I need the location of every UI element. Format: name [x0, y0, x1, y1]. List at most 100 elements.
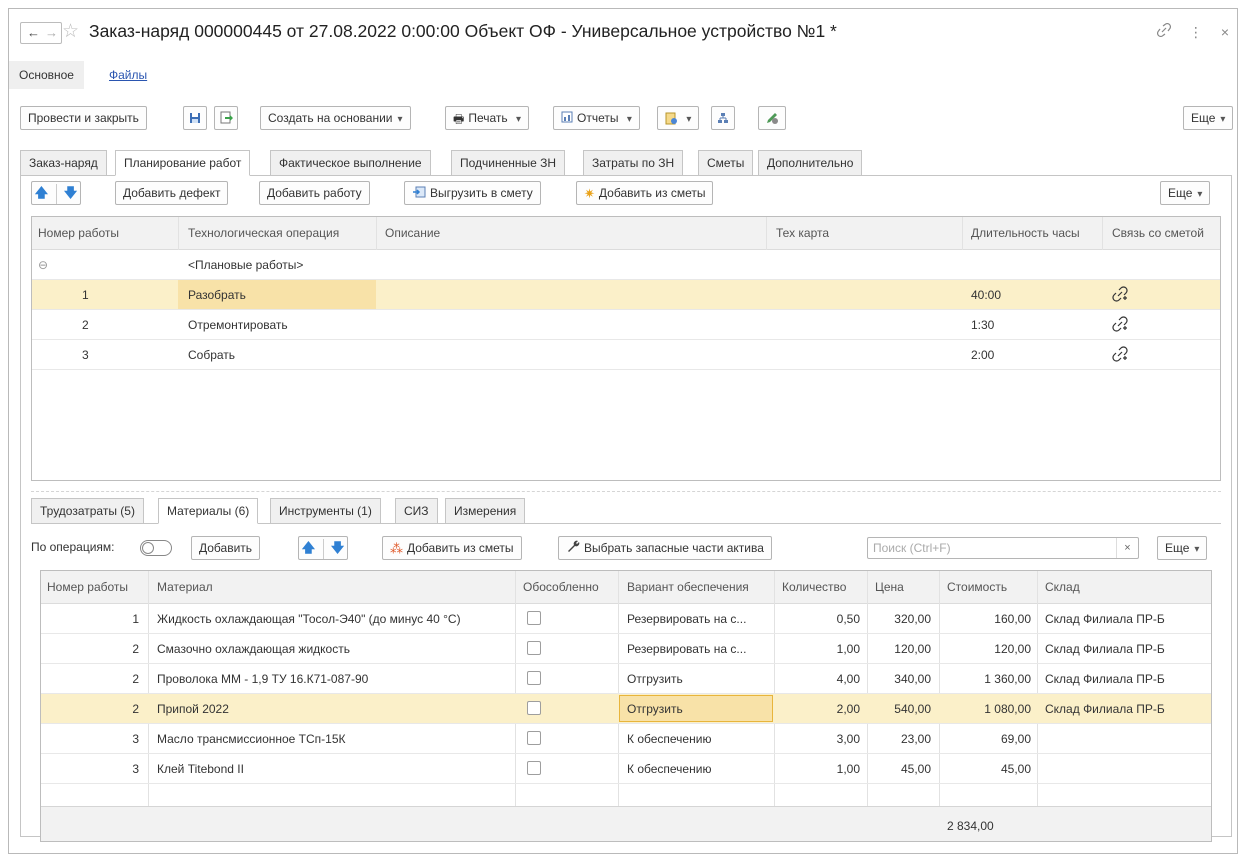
table-row[interactable]: 1 Жидкость охлаждающая "Тосол-Э40" (до м… — [41, 604, 1211, 634]
add-work-button[interactable]: Добавить работу — [259, 181, 370, 205]
tab-order[interactable]: Заказ-наряд — [20, 150, 107, 176]
col-supply-variant[interactable]: Вариант обеспечения — [627, 580, 749, 594]
col-description[interactable]: Описание — [385, 226, 440, 240]
sparkle-add-icon: ⁂ — [390, 540, 403, 556]
materials-more-button[interactable]: Еще — [1157, 536, 1208, 560]
wrench-icon — [566, 538, 580, 560]
works-more-button[interactable]: Еще — [1160, 181, 1211, 205]
move-down-arrow-icon[interactable]: 🡇 — [64, 182, 77, 204]
panel-splitter[interactable] — [31, 491, 1221, 492]
add-from-estimate-button[interactable]: ✷ Добавить из сметы — [576, 181, 714, 205]
table-row[interactable]: 2 Проволока ММ - 1,9 ТУ 16.К71-087-90 От… — [41, 664, 1211, 694]
tab-estimates[interactable]: Сметы — [698, 150, 754, 176]
move-up-arrow-icon[interactable]: 🡅 — [302, 537, 315, 559]
materials-add-from-estimate-label: Добавить из сметы — [407, 541, 514, 555]
add-material-button[interactable]: Добавить — [191, 536, 261, 560]
workflow-button[interactable] — [758, 106, 786, 130]
search-input[interactable]: Поиск (Ctrl+F) × — [867, 537, 1139, 559]
materials-add-from-estimate-button[interactable]: ⁂ Добавить из сметы — [382, 536, 522, 560]
toggle-knob — [142, 542, 154, 554]
operation: Разобрать — [188, 288, 246, 302]
clear-search-icon[interactable]: × — [1116, 538, 1138, 558]
col-separate[interactable]: Обособленно — [523, 580, 599, 594]
col-warehouse[interactable]: Склад — [1045, 580, 1080, 594]
warehouse: Склад Филиала ПР-Б — [1045, 642, 1165, 656]
group-collapse-icon[interactable]: ⊖ — [38, 258, 48, 272]
separate-checkbox[interactable] — [527, 701, 541, 715]
cost: 160,00 — [994, 612, 1031, 626]
separate-checkbox[interactable] — [527, 761, 541, 775]
col-material[interactable]: Материал — [157, 580, 213, 594]
attach-button[interactable] — [657, 106, 700, 130]
post-and-close-button[interactable]: Провести и закрыть — [20, 106, 147, 130]
col-work-number[interactable]: Номер работы — [38, 226, 119, 240]
attachment-icon — [665, 111, 678, 125]
subtab-labor[interactable]: Трудозатраты (5) — [31, 498, 144, 524]
separate-checkbox[interactable] — [527, 641, 541, 655]
subtab-tools[interactable]: Инструменты (1) — [270, 498, 381, 524]
back-arrow-icon[interactable]: ← — [27, 25, 40, 40]
toolbar-more-button[interactable]: Еще — [1183, 106, 1234, 130]
materials-more-label: Еще — [1165, 541, 1190, 555]
col-cost[interactable]: Стоимость — [947, 580, 1007, 594]
separate-checkbox[interactable] — [527, 611, 541, 625]
close-icon[interactable]: × — [1221, 24, 1229, 40]
add-defect-button[interactable]: Добавить дефект — [115, 181, 229, 205]
favorite-star-icon[interactable]: ☆ — [62, 20, 79, 43]
by-operations-toggle[interactable] — [140, 540, 172, 556]
supply-variant-active-cell[interactable]: Отгрузить — [619, 695, 773, 722]
tab-actual-execution[interactable]: Фактическое выполнение — [270, 150, 431, 176]
material-name: Припой 2022 — [157, 702, 229, 716]
post-button[interactable] — [214, 106, 238, 130]
chain-link-icon[interactable] — [1112, 286, 1128, 305]
table-row[interactable]: 2 Припой 2022 Отгрузить 2,00 540,00 1 08… — [41, 694, 1211, 724]
col-price[interactable]: Цена — [875, 580, 904, 594]
col-estimate-link[interactable]: Связь со сметой — [1112, 226, 1204, 240]
more-icon[interactable]: ⋮ — [1189, 24, 1203, 40]
separate-checkbox[interactable] — [527, 731, 541, 745]
tab-sub-orders[interactable]: Подчиненные ЗН — [451, 150, 566, 176]
section-tab-files[interactable]: Файлы — [99, 61, 157, 89]
chain-link-icon[interactable] — [1112, 316, 1128, 335]
subtab-materials[interactable]: Материалы (6) — [158, 498, 259, 524]
table-row[interactable]: 1 Разобрать 40:00 — [32, 280, 1220, 310]
tab-order-costs[interactable]: Затраты по ЗН — [583, 150, 684, 176]
move-down-arrow-icon[interactable]: 🡇 — [331, 537, 344, 559]
structure-button[interactable] — [711, 106, 735, 130]
table-row[interactable]: 3 Масло трансмиссионное ТСп-15К К обеспе… — [41, 724, 1211, 754]
col-duration[interactable]: Длительность часы — [971, 226, 1080, 240]
export-to-estimate-button[interactable]: Выгрузить в смету — [404, 181, 541, 205]
col-quantity[interactable]: Количество — [782, 580, 846, 594]
col-tech-card[interactable]: Тех карта — [776, 226, 829, 240]
forward-arrow-icon[interactable]: → — [45, 25, 58, 40]
cost: 45,00 — [1000, 762, 1031, 776]
col-work-number[interactable]: Номер работы — [47, 580, 128, 594]
title-bar: ← → ☆ Заказ-наряд 000000445 от 27.08.202… — [9, 9, 1237, 51]
save-button[interactable] — [183, 106, 207, 130]
tab-additional[interactable]: Дополнительно — [758, 150, 863, 176]
warehouse: Склад Филиала ПР-Б — [1045, 612, 1165, 626]
printer-icon: 🖶 — [453, 111, 465, 126]
create-based-on-button[interactable]: Создать на основании — [260, 106, 411, 130]
subtab-ppe[interactable]: СИЗ — [395, 498, 438, 524]
separate-checkbox[interactable] — [527, 671, 541, 685]
supply-variant: К обеспечению — [627, 732, 712, 746]
work-number: 2 — [132, 642, 139, 656]
supply-variant: Резервировать на с... — [627, 612, 747, 626]
subtab-measurements[interactable]: Измерения — [445, 498, 526, 524]
move-up-arrow-icon[interactable]: 🡅 — [35, 182, 48, 204]
table-row[interactable]: 2 Отремонтировать 1:30 — [32, 310, 1220, 340]
table-row[interactable]: 2 Смазочно охлаждающая жидкость Резервир… — [41, 634, 1211, 664]
print-button[interactable]: 🖶 Печать — [445, 106, 530, 130]
chain-link-icon[interactable] — [1112, 346, 1128, 365]
reports-button[interactable]: Отчеты — [553, 106, 640, 130]
section-tab-main[interactable]: Основное — [9, 61, 84, 89]
group-row[interactable]: ⊖ <Плановые работы> — [32, 250, 1220, 280]
table-row[interactable]: 3 Собрать 2:00 — [32, 340, 1220, 370]
link-icon[interactable] — [1157, 22, 1175, 40]
table-row[interactable]: 3 Клей Titebond II К обеспечению 1,00 45… — [41, 754, 1211, 784]
tab-work-planning[interactable]: Планирование работ — [115, 150, 251, 176]
section-tabs: Основное Файлы — [9, 61, 1237, 89]
col-operation[interactable]: Технологическая операция — [188, 226, 339, 240]
choose-spare-parts-button[interactable]: Выбрать запасные части актива — [558, 536, 772, 560]
